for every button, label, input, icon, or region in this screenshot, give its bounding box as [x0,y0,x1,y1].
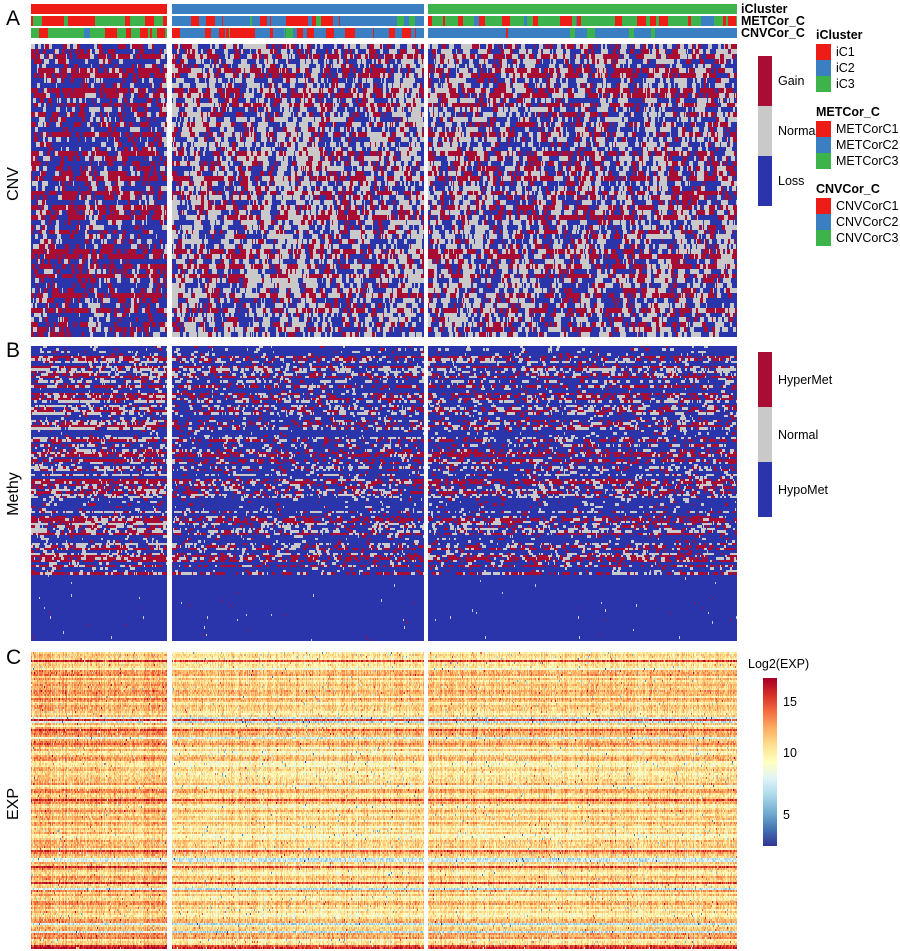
legend-item-metcorc1[interactable]: METCorC1 [816,121,899,137]
legend-label-metcorc2: METCorC2 [836,138,899,152]
legend-item-cnvcorc1[interactable]: CNVCorC1 [816,198,899,214]
legend-label-cnvcorc2: CNVCorC2 [836,215,899,229]
exp-colorbar-title: Log2(EXP) [748,657,810,671]
legend-label-cnvcorc1: CNVCorC1 [836,199,899,213]
methy-colorbar-label-hypomet: HypoMet [778,483,829,497]
legend-swatch-ic3 [816,76,831,92]
cnv-colorbar-loss-swatch [758,156,772,206]
axis-label-cnv: CNV [5,167,22,201]
cnv-colorbar [758,56,772,206]
methy-colorbar-hypermet-swatch [758,352,772,407]
legend-item-ic3[interactable]: iC3 [816,76,863,92]
legend-swatch-metcorc3 [816,153,831,169]
exp-colorbar-tick-15: 15 [783,695,797,709]
exp-colorbar-tick-10: 10 [783,746,797,760]
legend-label-metcorc3: METCorC3 [836,154,899,168]
panel-letter-b: B [6,339,21,362]
panel-letter-a: A [6,7,21,30]
legend-label-ic1: iC1 [836,45,855,59]
legend-cnvcor: CNVCor_C CNVCorC1 CNVCorC2 CNVCorC3 [816,182,899,246]
legend-metcor: METCor_C METCorC1 METCorC2 METCorC3 [816,105,899,169]
legend-label-ic3: iC3 [836,77,855,91]
exp-colorbar [763,678,777,846]
legend-swatch-metcorc2 [816,137,831,153]
legend-item-metcorc3[interactable]: METCorC3 [816,153,899,169]
legend-item-ic1[interactable]: iC1 [816,44,863,60]
annotation-tracks-heatmap [31,2,737,42]
methy-colorbar-label-normal: Normal [778,428,819,442]
legend-icluster: iCluster iC1 iC2 iC3 [816,28,863,92]
legend-item-cnvcorc2[interactable]: CNVCorC2 [816,214,899,230]
legend-item-ic2[interactable]: iC2 [816,60,863,76]
annotation-label-cnvcor: CNVCor_C [741,26,805,40]
cnv-colorbar-normal-swatch [758,106,772,156]
methy-colorbar-normal-swatch [758,407,772,462]
legend-swatch-cnvcorc2 [816,214,831,230]
exp-heatmap [31,652,737,949]
legend-metcor-title: METCor_C [816,105,880,119]
cnv-heatmap [31,44,737,337]
cnv-colorbar-label-loss: Loss [778,174,805,188]
legend-swatch-ic2 [816,60,831,76]
cnv-colorbar-label-gain: Gain [778,74,805,88]
cnv-colorbar-gain-swatch [758,56,772,106]
legend-item-cnvcorc3[interactable]: CNVCorC3 [816,230,899,246]
legend-item-metcorc2[interactable]: METCorC2 [816,137,899,153]
axis-label-exp: EXP [5,788,22,821]
legend-icluster-title: iCluster [816,28,863,42]
legend-swatch-cnvcorc1 [816,198,831,214]
cnv-colorbar-label-normal: Normal [778,124,819,138]
legend-label-cnvcorc3: CNVCorC3 [836,231,899,245]
legend-label-ic2: iC2 [836,61,855,75]
panel-letter-c: C [6,646,22,669]
legend-swatch-metcorc1 [816,121,831,137]
methy-colorbar [758,352,772,517]
legend-cnvcor-title: CNVCor_C [816,182,880,196]
methy-colorbar-hypomet-swatch [758,462,772,517]
methy-colorbar-label-hypermet: HyperMet [778,373,833,387]
exp-colorbar-tick-5: 5 [783,808,790,822]
legend-swatch-cnvcorc3 [816,230,831,246]
legend-label-metcorc1: METCorC1 [836,122,899,136]
methy-heatmap [31,346,737,641]
axis-label-methy: Methy [5,472,22,516]
legend-swatch-ic1 [816,44,831,60]
